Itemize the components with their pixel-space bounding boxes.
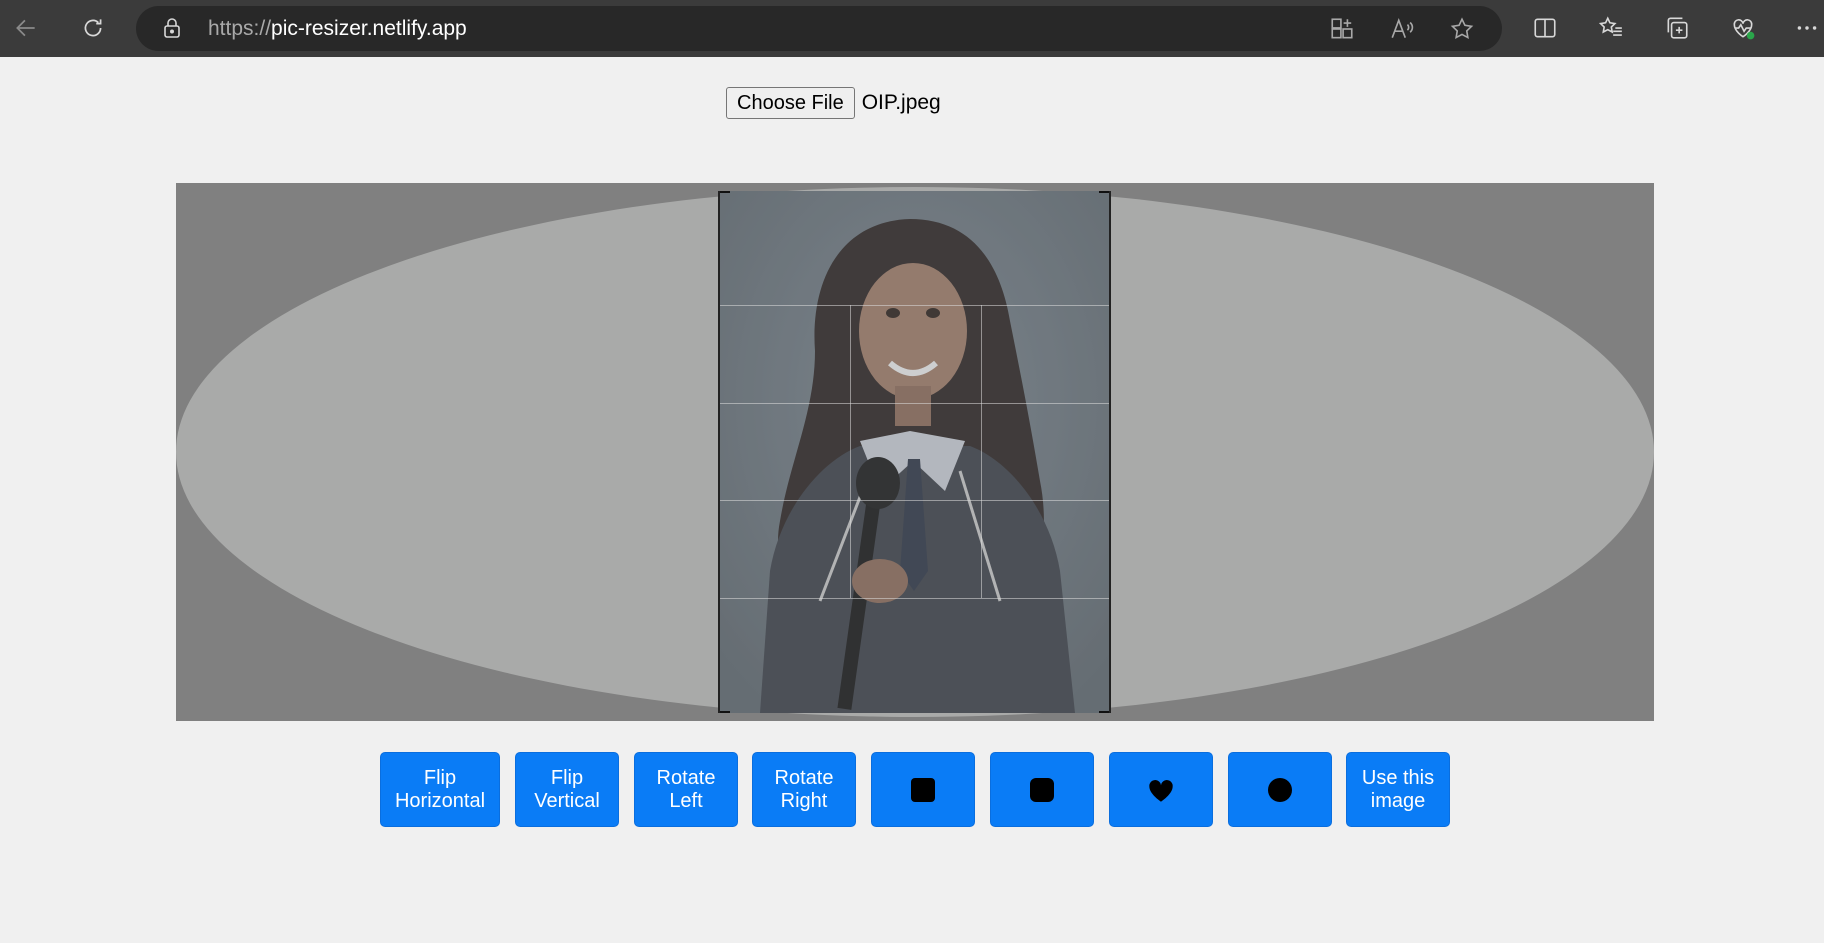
read-aloud-icon[interactable] bbox=[1386, 13, 1418, 45]
uploaded-photo bbox=[720, 191, 1109, 713]
lock-icon[interactable] bbox=[160, 16, 184, 40]
crop-grid-line bbox=[850, 305, 851, 598]
favorite-star-icon[interactable] bbox=[1446, 13, 1478, 45]
browser-toolbar: https://pic-resizer.netlify.app bbox=[0, 0, 1824, 57]
crop-area[interactable] bbox=[718, 191, 1111, 713]
crop-corner-handle[interactable] bbox=[720, 711, 730, 713]
flip-horizontal-button[interactable]: Flip Horizontal bbox=[380, 752, 500, 827]
square-shape-button[interactable] bbox=[871, 752, 975, 827]
url-host: pic-resizer.netlify.app bbox=[271, 17, 467, 40]
app-available-icon[interactable] bbox=[1326, 13, 1358, 45]
rotate-left-button[interactable]: Rotate Left bbox=[634, 752, 738, 827]
rotate-left-label: Rotate Left bbox=[656, 766, 716, 812]
favorites-icon[interactable] bbox=[1591, 8, 1631, 48]
flip-vertical-label: Flip Vertical bbox=[534, 766, 600, 812]
heart-shape-button[interactable] bbox=[1109, 752, 1213, 827]
back-icon[interactable] bbox=[6, 8, 46, 48]
more-options-icon[interactable] bbox=[1787, 8, 1824, 48]
crop-grid-line bbox=[720, 305, 1109, 306]
crop-grid-line bbox=[720, 403, 1109, 404]
rounded-square-shape-button[interactable] bbox=[990, 752, 1094, 827]
rounded-square-icon bbox=[1030, 777, 1054, 802]
circle-shape-button[interactable] bbox=[1228, 752, 1332, 827]
choose-file-button[interactable]: Choose File bbox=[726, 87, 855, 119]
url-protocol: https:// bbox=[208, 17, 272, 40]
crop-corner-handle[interactable] bbox=[1099, 711, 1109, 713]
square-icon bbox=[911, 777, 935, 802]
browser-essentials-icon[interactable] bbox=[1723, 8, 1763, 48]
rotate-right-label: Rotate Right bbox=[774, 766, 834, 812]
crop-grid-line bbox=[981, 305, 982, 598]
image-cropper[interactable] bbox=[176, 183, 1654, 721]
refresh-icon[interactable] bbox=[73, 8, 113, 48]
crop-corner-handle[interactable] bbox=[1099, 191, 1109, 193]
file-picker: Choose File OIP.jpeg bbox=[726, 87, 941, 119]
collections-icon[interactable] bbox=[1657, 8, 1697, 48]
url-text[interactable]: https://pic-resizer.netlify.app bbox=[208, 17, 467, 41]
flip-horizontal-label: Flip Horizontal bbox=[394, 766, 486, 812]
crop-corner-handle[interactable] bbox=[720, 191, 730, 193]
use-this-image-button[interactable]: Use this image bbox=[1346, 752, 1450, 827]
circle-icon bbox=[1268, 777, 1292, 802]
address-bar[interactable]: https://pic-resizer.netlify.app bbox=[136, 6, 1502, 51]
crop-grid-line bbox=[720, 598, 1109, 599]
rotate-right-button[interactable]: Rotate Right bbox=[752, 752, 856, 827]
flip-vertical-button[interactable]: Flip Vertical bbox=[515, 752, 619, 827]
split-screen-icon[interactable] bbox=[1525, 8, 1565, 48]
crop-grid-line bbox=[720, 500, 1109, 501]
selected-file-name: OIP.jpeg bbox=[861, 91, 941, 114]
heart-icon bbox=[1149, 779, 1173, 802]
use-this-image-label: Use this image bbox=[1361, 766, 1435, 812]
